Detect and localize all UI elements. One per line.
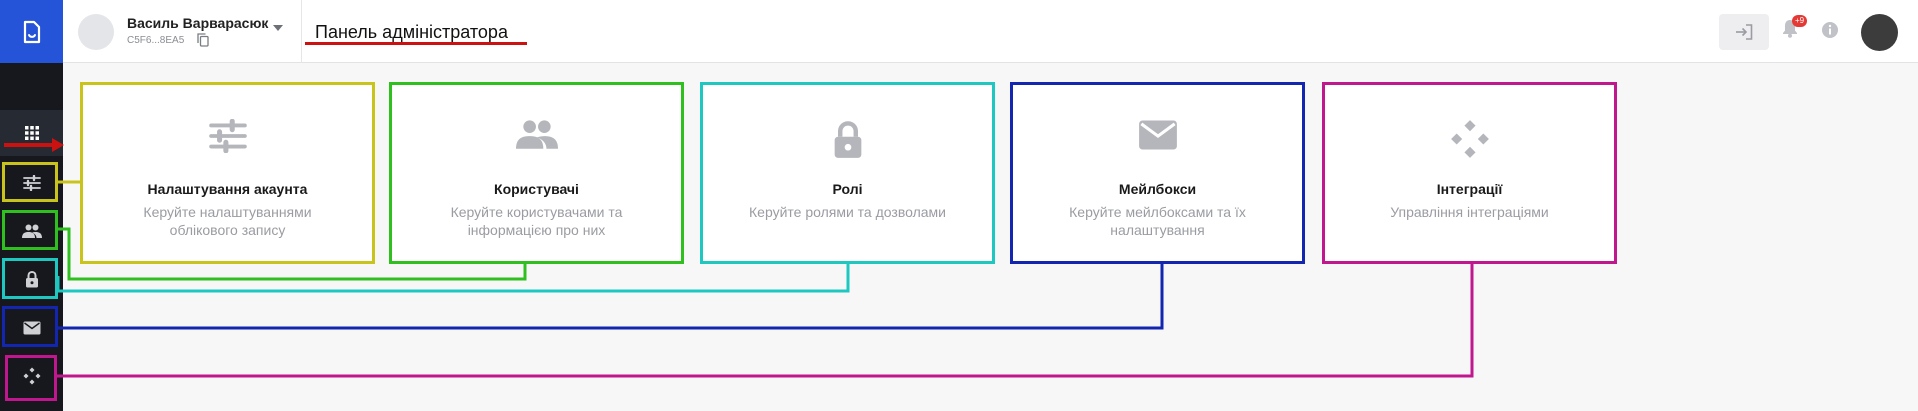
users-icon [515,120,558,149]
sidebar-highlight-integrations [5,355,57,401]
top-header: Василь Варварасюк C5F6...8EA5 Панель адм… [63,0,1918,63]
card-description: Керуйте ролями та дозволами [749,204,946,220]
notifications-badge: +9 [1792,15,1807,27]
sidebar-item-dashboard[interactable] [0,110,63,156]
mail-icon [1138,120,1177,150]
user-name: Василь Варварасюк [127,15,269,31]
integrations-icon [1450,120,1489,158]
connector-roles [56,264,850,293]
exit-admin-button[interactable] [1719,14,1769,50]
grid-icon [24,126,39,140]
card-description: Управління інтеграціями [1390,204,1549,220]
card-description: Керуйте користувачами та інформацією про… [450,204,623,238]
card-mailboxes[interactable]: Мейлбокси Керуйте мейлбоксами та їх нала… [1010,82,1305,264]
card-roles[interactable]: Ролі Керуйте ролями та дозволами [700,82,995,264]
sidebar-highlight-mailboxes [2,306,58,347]
exit-icon [1736,24,1753,40]
info-icon[interactable] [1821,21,1839,39]
card-description: Керуйте мейлбоксами та їх налаштування [1069,204,1246,238]
card-title: Ролі [832,181,863,197]
header-divider [301,0,302,63]
card-account-settings[interactable]: Налаштування акаунта Керуйте налаштуванн… [80,82,375,264]
sidebar-highlight-users [2,210,58,250]
connector-integrations [57,264,1474,378]
card-title: Інтеграції [1436,181,1503,197]
copy-icon[interactable] [197,33,209,47]
document-icon [23,20,40,43]
card-title: Мейлбокси [1118,181,1197,197]
card-integrations[interactable]: Інтеграції Управління інтеграціями [1322,82,1617,264]
card-description: Керуйте налаштуваннями облікового запису [143,204,312,238]
sliders-icon [208,119,247,153]
sidebar-highlight-account [2,162,58,202]
page-title: Панель адміністратора [315,22,508,42]
user-id: C5F6...8EA5 [127,35,185,46]
card-title: Налаштування акаунта [147,181,308,197]
lock-icon [834,121,861,158]
sidebar-highlight-roles [2,258,58,299]
title-underline [305,42,527,45]
card-users[interactable]: Користувачі Керуйте користувачами та інф… [389,82,684,264]
app-logo[interactable] [0,0,63,63]
sidebar [0,0,63,411]
connector-mailboxes [58,264,1164,330]
profile-avatar[interactable] [1861,14,1898,51]
user-avatar[interactable] [78,14,114,50]
chevron-down-icon[interactable] [273,25,283,31]
card-title: Користувачі [494,181,579,197]
